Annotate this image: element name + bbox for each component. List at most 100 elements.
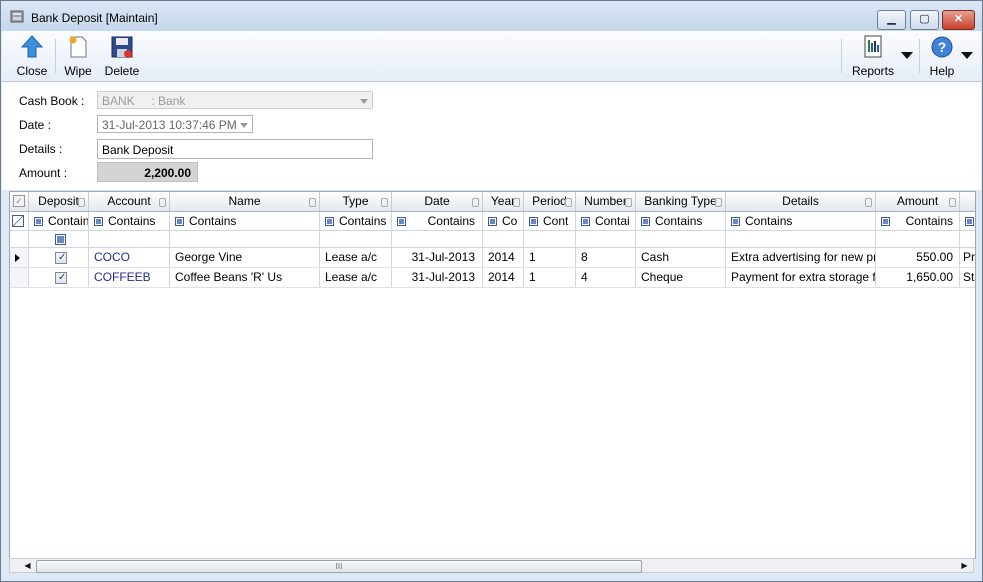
filter-operator-icon[interactable] xyxy=(397,217,406,226)
deposit-checkbox[interactable]: ✓ xyxy=(29,268,89,287)
cell-details[interactable]: Payment for extra storage f xyxy=(726,268,876,287)
header-amount[interactable]: Amount xyxy=(876,192,960,211)
filter-operator-icon[interactable] xyxy=(94,217,103,226)
filter-banking-type[interactable]: Contains xyxy=(636,212,726,230)
cell-year[interactable]: 2014 xyxy=(483,268,524,287)
select-all-checkbox[interactable]: ✓ xyxy=(10,192,29,211)
cell-name[interactable]: Coffee Beans 'R' Us xyxy=(170,268,320,287)
pin-icon[interactable] xyxy=(513,198,520,207)
maximize-button[interactable]: ▢ xyxy=(910,10,939,30)
pin-icon[interactable] xyxy=(865,198,872,207)
scroll-left-icon[interactable]: ◀ xyxy=(20,559,35,572)
pin-icon[interactable] xyxy=(309,198,316,207)
scroll-right-icon[interactable]: ▶ xyxy=(957,559,972,572)
row-selector[interactable] xyxy=(10,248,29,267)
header-details[interactable]: Details xyxy=(726,192,876,211)
cell-period[interactable]: 1 xyxy=(524,248,576,267)
new-row-deposit-filter[interactable] xyxy=(29,231,89,247)
filter-number[interactable]: Contai xyxy=(576,212,636,230)
date-picker[interactable]: 31-Jul-2013 10:37:46 PM xyxy=(97,115,253,133)
filter-period[interactable]: Cont xyxy=(524,212,576,230)
header-name[interactable]: Name xyxy=(170,192,320,211)
grid-new-row[interactable] xyxy=(10,231,975,248)
filter-operator-icon[interactable] xyxy=(488,217,497,226)
current-row-icon xyxy=(15,254,20,262)
pin-icon[interactable] xyxy=(565,198,572,207)
help-button[interactable]: ? Help xyxy=(924,33,960,79)
cell-account[interactable]: COFFEEB xyxy=(89,268,170,287)
filter-operator-icon[interactable] xyxy=(581,217,590,226)
header-extra[interactable] xyxy=(960,192,975,211)
filter-operator-icon[interactable] xyxy=(731,217,740,226)
filter-account[interactable]: Contains xyxy=(89,212,170,230)
cell-type[interactable]: Lease a/c xyxy=(320,268,392,287)
pin-icon[interactable] xyxy=(949,198,956,207)
help-dropdown-icon[interactable] xyxy=(961,52,973,59)
wipe-button[interactable]: Wipe xyxy=(60,33,96,79)
header-period[interactable]: Period xyxy=(524,192,576,211)
cell-date[interactable]: 31-Jul-2013 xyxy=(392,268,483,287)
pin-icon[interactable] xyxy=(625,198,632,207)
cell-number[interactable]: 8 xyxy=(576,248,636,267)
filter-details[interactable]: Contains xyxy=(726,212,876,230)
cell-banking-type[interactable]: Cash xyxy=(636,248,726,267)
pin-icon[interactable] xyxy=(715,198,722,207)
details-input[interactable]: Bank Deposit xyxy=(97,139,373,159)
clear-filter-icon[interactable] xyxy=(10,212,29,230)
filter-type[interactable]: Contains xyxy=(320,212,392,230)
reports-dropdown-icon[interactable] xyxy=(901,52,913,59)
cell-details[interactable]: Extra advertising for new pr xyxy=(726,248,876,267)
filter-operator-icon[interactable] xyxy=(175,217,184,226)
window-close-button[interactable]: ✕ xyxy=(942,10,975,30)
pin-icon[interactable] xyxy=(472,198,479,207)
cell-year[interactable]: 2014 xyxy=(483,248,524,267)
horizontal-scrollbar[interactable]: ◀ III ▶ xyxy=(9,558,974,573)
cell-date[interactable]: 31-Jul-2013 xyxy=(392,248,483,267)
cell-period[interactable]: 1 xyxy=(524,268,576,287)
table-row[interactable]: ✓ COCO George Vine Lease a/c 31-Jul-2013… xyxy=(10,248,975,268)
cell-extra[interactable]: Pr xyxy=(960,248,975,267)
bank-deposit-window: Bank Deposit [Maintain] ▁ ▢ ✕ Close Wipe xyxy=(0,0,983,582)
filter-operator-icon[interactable] xyxy=(965,217,974,226)
pin-icon[interactable] xyxy=(159,198,166,207)
cell-account[interactable]: COCO xyxy=(89,248,170,267)
filter-operator-icon[interactable] xyxy=(529,217,538,226)
filter-date[interactable]: Contains xyxy=(392,212,483,230)
header-type[interactable]: Type xyxy=(320,192,392,211)
delete-button[interactable]: Delete xyxy=(102,33,142,79)
cell-extra[interactable]: St xyxy=(960,268,975,287)
cell-banking-type[interactable]: Cheque xyxy=(636,268,726,287)
cash-book-select[interactable]: BANK : Bank xyxy=(97,91,373,109)
deposit-checkbox[interactable]: ✓ xyxy=(29,248,89,267)
reports-button[interactable]: Reports xyxy=(848,33,898,79)
header-deposit[interactable]: Deposit xyxy=(29,192,89,211)
filter-extra[interactable] xyxy=(960,212,975,230)
cell-name[interactable]: George Vine xyxy=(170,248,320,267)
title-bar: Bank Deposit [Maintain] ▁ ▢ ✕ xyxy=(1,1,982,31)
filter-year[interactable]: Co xyxy=(483,212,524,230)
header-year[interactable]: Year xyxy=(483,192,524,211)
cell-amount[interactable]: 550.00 xyxy=(876,248,960,267)
toolbar-separator xyxy=(919,39,920,73)
close-button[interactable]: Close xyxy=(12,33,52,79)
filter-operator-icon[interactable] xyxy=(641,217,650,226)
minimize-button[interactable]: ▁ xyxy=(877,10,906,30)
row-selector[interactable] xyxy=(10,268,29,287)
filter-operator-icon[interactable] xyxy=(881,217,890,226)
filter-operator-icon[interactable] xyxy=(34,217,43,226)
header-banking-type[interactable]: Banking Type xyxy=(636,192,726,211)
header-number[interactable]: Number xyxy=(576,192,636,211)
pin-icon[interactable] xyxy=(78,198,85,207)
table-row[interactable]: ✓ COFFEEB Coffee Beans 'R' Us Lease a/c … xyxy=(10,268,975,288)
filter-name[interactable]: Contains xyxy=(170,212,320,230)
filter-amount[interactable]: Contains xyxy=(876,212,960,230)
header-date[interactable]: Date xyxy=(392,192,483,211)
filter-deposit[interactable]: Contain xyxy=(29,212,89,230)
filter-operator-icon[interactable] xyxy=(325,217,334,226)
scrollbar-thumb[interactable]: III xyxy=(36,560,642,573)
cell-type[interactable]: Lease a/c xyxy=(320,248,392,267)
pin-icon[interactable] xyxy=(381,198,388,207)
header-account[interactable]: Account xyxy=(89,192,170,211)
cell-amount[interactable]: 1,650.00 xyxy=(876,268,960,287)
cell-number[interactable]: 4 xyxy=(576,268,636,287)
